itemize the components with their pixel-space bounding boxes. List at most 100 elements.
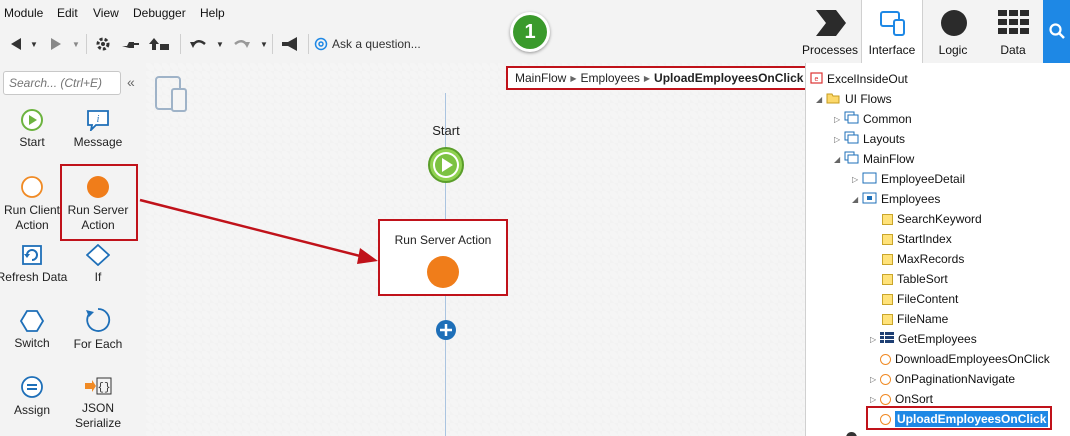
tree-ui-flows-label: UI Flows bbox=[845, 92, 892, 106]
divider bbox=[180, 34, 181, 54]
tab-logic-label: Logic bbox=[938, 43, 968, 57]
tab-logic[interactable]: Logic bbox=[923, 0, 983, 63]
variable-icon bbox=[882, 233, 893, 245]
tree-action-selected-label: UploadEmployeesOnClick bbox=[895, 411, 1049, 427]
menu-help[interactable]: Help bbox=[200, 6, 225, 20]
tree-layouts[interactable]: ▷ Layouts bbox=[834, 130, 905, 148]
tab-interface[interactable]: Interface bbox=[861, 0, 923, 63]
tree-variable[interactable]: TableSort bbox=[882, 270, 948, 288]
plug-icon bbox=[122, 42, 139, 48]
collapsed-icon[interactable]: ▷ bbox=[870, 335, 880, 344]
search-icon bbox=[1049, 23, 1065, 39]
forward-button[interactable] bbox=[44, 34, 68, 54]
breadcrumb-current[interactable]: UploadEmployeesOnClick bbox=[654, 71, 803, 85]
assign-icon bbox=[21, 376, 43, 398]
tool-run-client-action[interactable]: Run Client Action bbox=[0, 175, 68, 233]
breadcrumb-mainflow[interactable]: MainFlow bbox=[515, 71, 566, 85]
breadcrumb-employees[interactable]: Employees bbox=[581, 71, 640, 85]
chevron-right-icon: ▶ bbox=[570, 73, 577, 83]
announce-button[interactable] bbox=[278, 34, 302, 54]
client-action-icon bbox=[880, 353, 891, 365]
tool-refresh-data[interactable]: Refresh Data bbox=[0, 244, 68, 285]
aggregate-icon bbox=[880, 331, 894, 347]
collapsed-icon[interactable]: ▷ bbox=[870, 395, 880, 404]
add-node-button[interactable] bbox=[435, 319, 457, 341]
tab-data-label: Data bbox=[1000, 43, 1026, 57]
tool-assign-label: Assign bbox=[13, 403, 51, 417]
expanded-icon[interactable]: ◢ bbox=[852, 195, 862, 204]
tool-message[interactable]: i Message bbox=[62, 109, 134, 150]
tool-assign[interactable]: Assign bbox=[0, 375, 68, 418]
expanded-icon[interactable]: ◢ bbox=[816, 95, 826, 104]
search-button[interactable] bbox=[1043, 0, 1070, 63]
tree-variable-label: StartIndex bbox=[897, 232, 952, 246]
tab-data[interactable]: Data bbox=[983, 0, 1043, 63]
collapsed-icon[interactable]: ▷ bbox=[870, 375, 880, 384]
toolbar: ▼ ▼ ▼ ▼ Ask a question... bbox=[0, 26, 800, 64]
screen-icon bbox=[862, 172, 877, 187]
collapse-icon[interactable]: « bbox=[127, 74, 135, 90]
tree-mainflow[interactable]: ◢ MainFlow bbox=[834, 150, 914, 168]
ask-question-button[interactable]: Ask a question... bbox=[314, 34, 424, 54]
tree-get-employees[interactable]: ▷ GetEmployees bbox=[870, 330, 977, 348]
flow-icon bbox=[844, 111, 859, 127]
toolbox-search-input[interactable] bbox=[3, 71, 121, 95]
undo-button[interactable] bbox=[186, 34, 210, 54]
chevron-down-icon[interactable]: ▼ bbox=[216, 40, 224, 49]
divider bbox=[308, 34, 309, 54]
server-action-node-label: Run Server Action bbox=[394, 233, 492, 247]
module-icon: e bbox=[810, 71, 823, 87]
json-serialize-icon: {} bbox=[85, 377, 112, 395]
tree-variable[interactable]: MaxRecords bbox=[882, 250, 964, 268]
data-icon bbox=[998, 10, 1029, 34]
message-icon: i bbox=[87, 110, 109, 131]
tree-action[interactable]: DownloadEmployeesOnClick bbox=[880, 350, 1050, 368]
tree-variable[interactable]: SearchKeyword bbox=[882, 210, 982, 228]
menu-edit[interactable]: Edit bbox=[57, 6, 78, 20]
menu-view[interactable]: View bbox=[93, 6, 119, 20]
tab-interface-label: Interface bbox=[868, 43, 916, 57]
tree-employees[interactable]: ◢ Employees bbox=[852, 190, 940, 208]
tree-variable[interactable]: StartIndex bbox=[882, 230, 952, 248]
tool-switch[interactable]: Switch bbox=[0, 310, 68, 351]
server-action-node[interactable]: Run Server Action bbox=[378, 219, 508, 296]
start-node[interactable] bbox=[427, 146, 465, 184]
redo-button[interactable] bbox=[230, 34, 254, 54]
device-preview-icon[interactable] bbox=[154, 75, 194, 115]
variable-icon bbox=[882, 313, 893, 325]
collapsed-icon[interactable]: ▷ bbox=[834, 115, 844, 124]
tab-processes[interactable]: Processes bbox=[800, 0, 860, 63]
tree-root[interactable]: e ExcelInsideOut bbox=[810, 70, 908, 88]
tree-variable[interactable]: FileContent bbox=[882, 290, 958, 308]
tree-ui-flows[interactable]: ◢ UI Flows bbox=[816, 90, 892, 108]
settings-button[interactable] bbox=[92, 34, 114, 54]
tool-if[interactable]: If bbox=[62, 244, 134, 285]
menu-module[interactable]: Module bbox=[4, 6, 43, 20]
svg-text:i: i bbox=[97, 114, 100, 125]
menu-debugger[interactable]: Debugger bbox=[133, 6, 186, 20]
tree-variable-label: FileContent bbox=[897, 292, 959, 306]
tree-variable[interactable]: FileName bbox=[882, 310, 948, 328]
main-tabs: Processes Interface Logic Data bbox=[800, 0, 1070, 63]
tree-action[interactable]: ▷ OnPaginationNavigate bbox=[870, 370, 1015, 388]
expanded-icon[interactable]: ◢ bbox=[834, 155, 844, 164]
tool-json-serialize[interactable]: {} JSON Serialize bbox=[62, 375, 134, 431]
chevron-down-icon[interactable]: ▼ bbox=[260, 40, 268, 49]
tree-employee-detail[interactable]: ▷ EmployeeDetail bbox=[852, 170, 965, 188]
collapsed-icon[interactable]: ▷ bbox=[834, 135, 844, 144]
at-icon bbox=[314, 37, 328, 51]
tree-action-selected[interactable]: UploadEmployeesOnClick bbox=[880, 410, 1049, 428]
tree-common[interactable]: ▷ Common bbox=[834, 110, 912, 128]
collapsed-icon[interactable]: ▷ bbox=[852, 175, 862, 184]
publish-button[interactable] bbox=[146, 34, 172, 54]
back-button[interactable] bbox=[4, 34, 28, 54]
tool-for-each[interactable]: For Each bbox=[62, 307, 134, 352]
switch-icon bbox=[20, 310, 44, 332]
connect-button[interactable] bbox=[118, 34, 142, 54]
client-action-icon bbox=[880, 393, 891, 405]
chevron-down-icon[interactable]: ▼ bbox=[72, 40, 80, 49]
tool-start[interactable]: Start bbox=[0, 109, 68, 150]
start-node-label: Start bbox=[432, 123, 460, 138]
flow-icon bbox=[844, 151, 859, 167]
chevron-down-icon[interactable]: ▼ bbox=[30, 40, 38, 49]
